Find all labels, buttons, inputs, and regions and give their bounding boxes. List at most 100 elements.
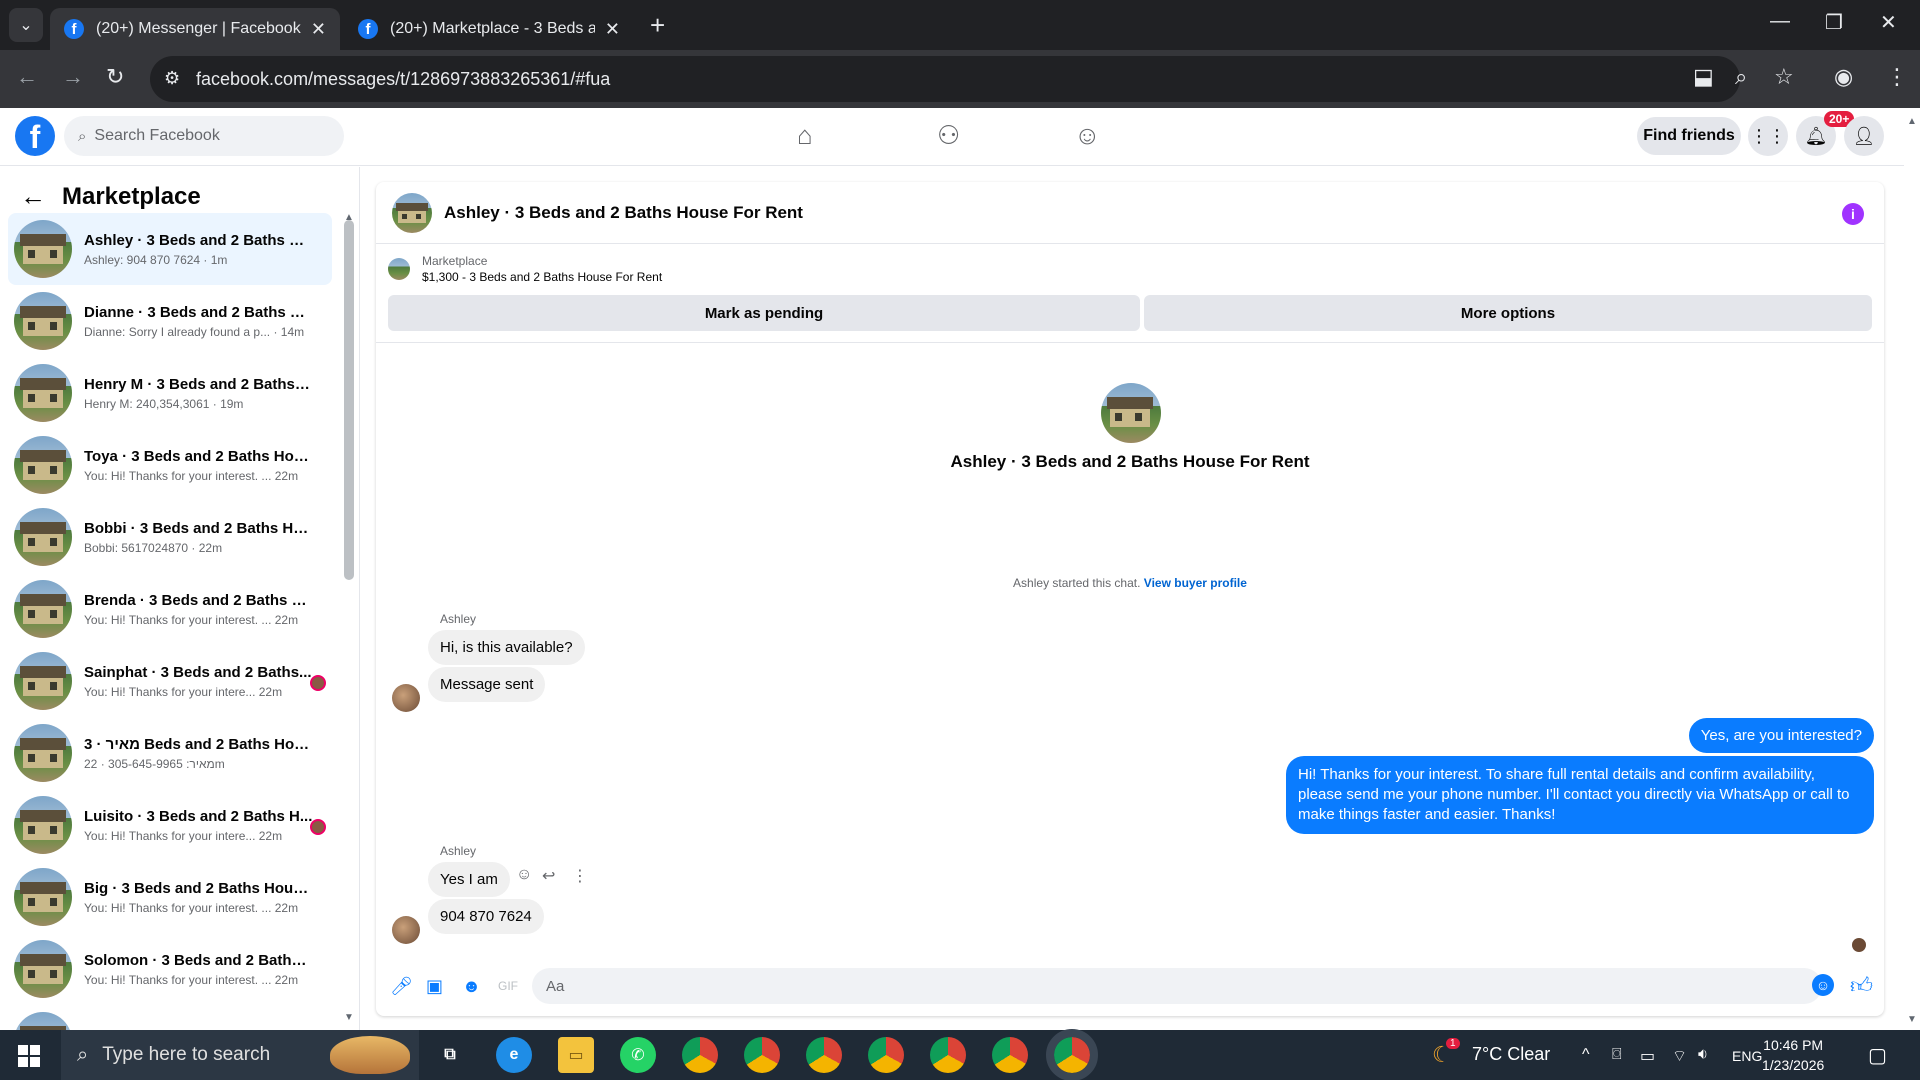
- tray-chevron-icon[interactable]: ^: [1582, 1046, 1590, 1064]
- clock[interactable]: 10:46 PM 1/23/2026: [1762, 1035, 1824, 1075]
- conversation-item[interactable]: Dianne · 3 Beds and 2 Baths Ho... Dianne:…: [8, 285, 332, 357]
- message-bubble[interactable]: 904 870 7624: [428, 899, 544, 934]
- install-app-icon[interactable]: ⬓: [1693, 64, 1714, 90]
- more-actions-icon[interactable]: ⋮: [572, 866, 588, 886]
- conversation-preview: Ashley: 904 870 7624 · 1m: [84, 252, 228, 267]
- gif-icon[interactable]: GIF: [498, 979, 518, 993]
- edge-icon[interactable]: e: [496, 1037, 532, 1073]
- message-bubble[interactable]: Yes I am: [428, 862, 510, 897]
- listing-thumbnail: [14, 868, 72, 926]
- tab-title: (20+) Messenger | Facebook: [96, 20, 301, 37]
- minimize-icon[interactable]: —: [1770, 10, 1790, 33]
- chat-header: Ashley · 3 Beds and 2 Baths House For Re…: [376, 182, 1884, 244]
- tab-search-button[interactable]: ⌄: [9, 8, 43, 42]
- forward-icon[interactable]: →: [62, 64, 84, 90]
- date-text: 1/23/2026: [1762, 1057, 1825, 1073]
- divider: [376, 342, 1884, 343]
- task-view-icon[interactable]: ⧉: [432, 1037, 468, 1073]
- battery-icon[interactable]: ▭: [1640, 1046, 1655, 1066]
- close-window-icon[interactable]: ✕: [1880, 10, 1897, 35]
- restore-icon[interactable]: ❐: [1825, 10, 1843, 35]
- scroll-down-icon[interactable]: ▼: [344, 1012, 354, 1023]
- conversation-item[interactable]: Solomon · 3 Beds and 2 Baths ... You: Hi!…: [8, 933, 332, 1005]
- info-icon[interactable]: i: [1842, 203, 1864, 225]
- tab-marketplace[interactable]: f (20+) Marketplace - 3 Beds and ✕: [344, 8, 634, 50]
- chrome-icon[interactable]: [744, 1037, 780, 1073]
- reload-icon[interactable]: ↻: [106, 64, 124, 90]
- wifi-icon[interactable]: ⌔: [1672, 1046, 1687, 1066]
- message-bubble[interactable]: Message sent: [428, 667, 546, 702]
- sidebar-scrollbar[interactable]: [344, 220, 354, 580]
- conversation-item[interactable]: Bobbi · 3 Beds and 2 Baths Hou... Bobbi: …: [8, 501, 332, 573]
- emoji-icon[interactable]: ☺: [1812, 974, 1834, 996]
- conversation-item[interactable]: Toya · 3 Beds and 2 Baths Hous... You: Hi…: [8, 429, 332, 501]
- site-info-icon[interactable]: ⚙: [164, 68, 180, 89]
- listing-summary[interactable]: Marketplace $1,300 - 3 Beds and 2 Baths …: [388, 254, 662, 284]
- back-arrow-icon[interactable]: ←: [20, 181, 46, 212]
- conversation-item[interactable]: Sainphat · 3 Beds and 2 Baths... You: Hi!…: [8, 645, 332, 717]
- more-options-button[interactable]: More options: [1144, 295, 1872, 331]
- facebook-logo-icon[interactable]: f: [15, 116, 55, 156]
- photo-icon[interactable]: ▣: [426, 976, 443, 997]
- microphone-icon[interactable]: 🎤︎: [390, 976, 413, 997]
- weather-text[interactable]: 7°C Clear: [1472, 1044, 1550, 1065]
- message-bubble[interactable]: Hi, is this available?: [428, 630, 585, 665]
- whatsapp-icon[interactable]: ✆: [620, 1037, 656, 1073]
- menu-grid-icon[interactable]: ⋮⋮: [1748, 116, 1788, 156]
- my-message-bubble[interactable]: Yes, are you interested?: [1688, 718, 1874, 753]
- bookmark-star-icon[interactable]: ☆: [1774, 64, 1794, 90]
- close-tab-icon[interactable]: ✕: [605, 19, 620, 40]
- home-icon[interactable]: ⌂: [797, 120, 813, 151]
- profile-icon[interactable]: ◉: [1834, 64, 1853, 90]
- notifications-icon[interactable]: ▢: [1868, 1043, 1887, 1068]
- chrome-icon[interactable]: [806, 1037, 842, 1073]
- conversation-item[interactable]: Ini · 3 Beds and 2 Baths House F...: [8, 1005, 332, 1030]
- ashley-avatar[interactable]: [392, 684, 420, 712]
- message-input[interactable]: Aa: [532, 968, 1822, 1004]
- conversation-name: Big · 3 Beds and 2 Baths House ...: [84, 879, 314, 897]
- listing-thumbnail: [14, 364, 72, 422]
- address-bar[interactable]: ⚙ facebook.com/messages/t/12869738832653…: [150, 56, 1740, 102]
- groups-icon[interactable]: ☺: [1074, 120, 1101, 151]
- new-tab-button[interactable]: +: [650, 10, 665, 41]
- conversation-item[interactable]: Big · 3 Beds and 2 Baths House ... You: H…: [8, 861, 332, 933]
- sticker-icon[interactable]: ☻: [462, 976, 481, 997]
- my-message-bubble[interactable]: Hi! Thanks for your interest. To share f…: [1286, 756, 1874, 834]
- find-friends-button[interactable]: Find friends: [1637, 117, 1741, 155]
- chat-title[interactable]: Ashley · 3 Beds and 2 Baths House For Re…: [444, 203, 803, 223]
- file-explorer-icon[interactable]: ▭: [558, 1037, 594, 1073]
- react-emoji-icon[interactable]: ☺: [516, 866, 532, 884]
- chrome-icon[interactable]: [868, 1037, 904, 1073]
- zoom-icon[interactable]: ⌕: [1735, 64, 1747, 90]
- mark-as-pending-button[interactable]: Mark as pending: [388, 295, 1140, 331]
- ashley-avatar[interactable]: [392, 916, 420, 944]
- chrome-icon[interactable]: [682, 1037, 718, 1073]
- camera-icon[interactable]: ⌼: [1612, 1046, 1622, 1064]
- menu-kebab-icon[interactable]: ⋮: [1886, 64, 1908, 90]
- account-avatar-icon[interactable]: 👤︎: [1844, 116, 1884, 156]
- view-buyer-profile-link[interactable]: View buyer profile: [1144, 576, 1247, 590]
- conversation-item[interactable]: מאיר · 3 Beds and 2 Baths House For Rent…: [8, 717, 332, 789]
- facebook-search-input[interactable]: ⌕ Search Facebook: [64, 116, 344, 156]
- chrome-icon[interactable]: [992, 1037, 1028, 1073]
- reply-icon[interactable]: ↩: [542, 866, 555, 886]
- back-icon[interactable]: ←: [16, 64, 38, 90]
- chrome-icon-active[interactable]: [1046, 1029, 1098, 1080]
- sender-name: Ashley: [440, 612, 477, 626]
- language-indicator[interactable]: ENG: [1732, 1048, 1762, 1064]
- conversation-item[interactable]: Ashley · 3 Beds and 2 Baths Ho... Ashley:…: [8, 213, 332, 285]
- windows-start-icon[interactable]: [18, 1045, 40, 1067]
- chat-avatar[interactable]: [392, 192, 432, 233]
- conversation-item[interactable]: Henry M · 3 Beds and 2 Baths H... Henry M…: [8, 357, 332, 429]
- tab-messenger[interactable]: f (20+) Messenger | Facebook ✕: [50, 8, 340, 50]
- thumbs-up-icon[interactable]: 👍︎: [1850, 972, 1873, 999]
- conversation-item[interactable]: Brenda · 3 Beds and 2 Baths Ho... You: Hi…: [8, 573, 332, 645]
- volume-icon[interactable]: 🔉︎: [1698, 1046, 1708, 1064]
- read-receipt-avatar: [310, 675, 326, 691]
- conversation-item[interactable]: Luisito · 3 Beds and 2 Baths H... You: Hi…: [8, 789, 332, 861]
- listing-category: Marketplace: [422, 254, 488, 268]
- page-scrollbar[interactable]: ▲ ▼: [1904, 108, 1920, 1030]
- friends-icon[interactable]: ⚇: [937, 120, 960, 151]
- chrome-icon[interactable]: [930, 1037, 966, 1073]
- close-tab-icon[interactable]: ✕: [311, 19, 326, 40]
